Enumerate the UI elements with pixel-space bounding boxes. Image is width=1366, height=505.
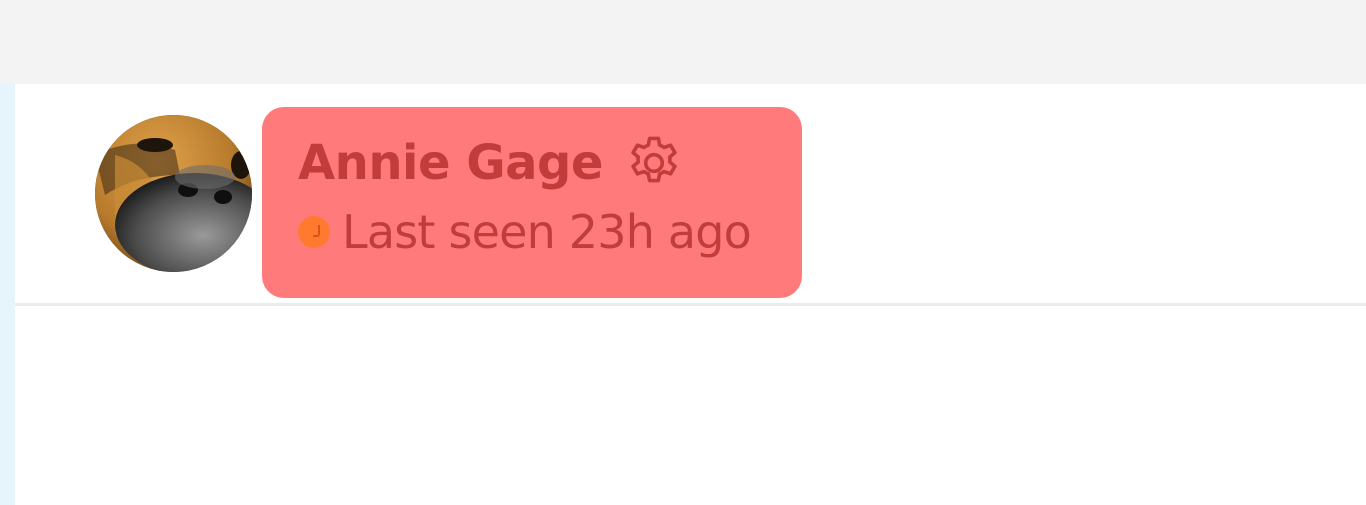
avatar[interactable] — [95, 115, 252, 272]
user-card[interactable]: Annie Gage Last seen 23h ago — [262, 107, 802, 298]
last-seen-status: Last seen 23h ago — [342, 205, 752, 259]
user-name: Annie Gage — [298, 135, 603, 191]
profile-panel: Annie Gage Last seen 23h ago — [15, 84, 1366, 505]
left-rail — [0, 84, 15, 505]
top-bar — [0, 0, 1366, 84]
divider — [15, 303, 1366, 306]
avatar-image — [95, 115, 252, 272]
settings-button[interactable] — [621, 130, 687, 196]
gear-icon — [631, 136, 677, 183]
status-away-icon — [298, 216, 330, 248]
